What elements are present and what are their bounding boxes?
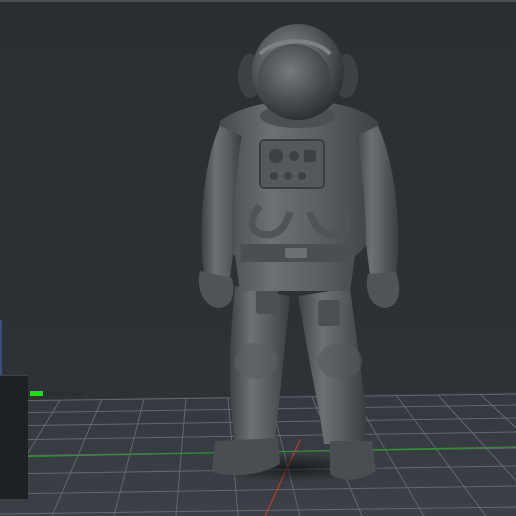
astronaut-model[interactable] [190, 16, 410, 486]
torso [210, 101, 386, 291]
belt-buckle [285, 248, 307, 258]
chest-switch [304, 150, 316, 162]
side-panel-stub[interactable] [0, 375, 28, 499]
helmet-visor [258, 44, 330, 112]
left-accent-bar [0, 320, 2, 375]
right-boot [330, 441, 376, 480]
left-boot [212, 438, 280, 476]
3d-viewport[interactable] [0, 0, 516, 516]
load-progress-fill [30, 391, 43, 396]
chest-button-3 [298, 172, 306, 180]
chest-dial-left [269, 149, 283, 163]
right-glove [366, 272, 400, 308]
chest-control-box [259, 139, 325, 189]
right-knee-pad [318, 343, 362, 379]
left-thigh-pocket [256, 288, 278, 314]
chest-dial-middle [289, 151, 299, 161]
chest-button-1 [270, 172, 278, 180]
left-knee-pad [234, 343, 278, 379]
load-progress-bar [30, 391, 82, 396]
chest-button-2 [284, 172, 292, 180]
right-thigh-pocket [318, 300, 340, 326]
